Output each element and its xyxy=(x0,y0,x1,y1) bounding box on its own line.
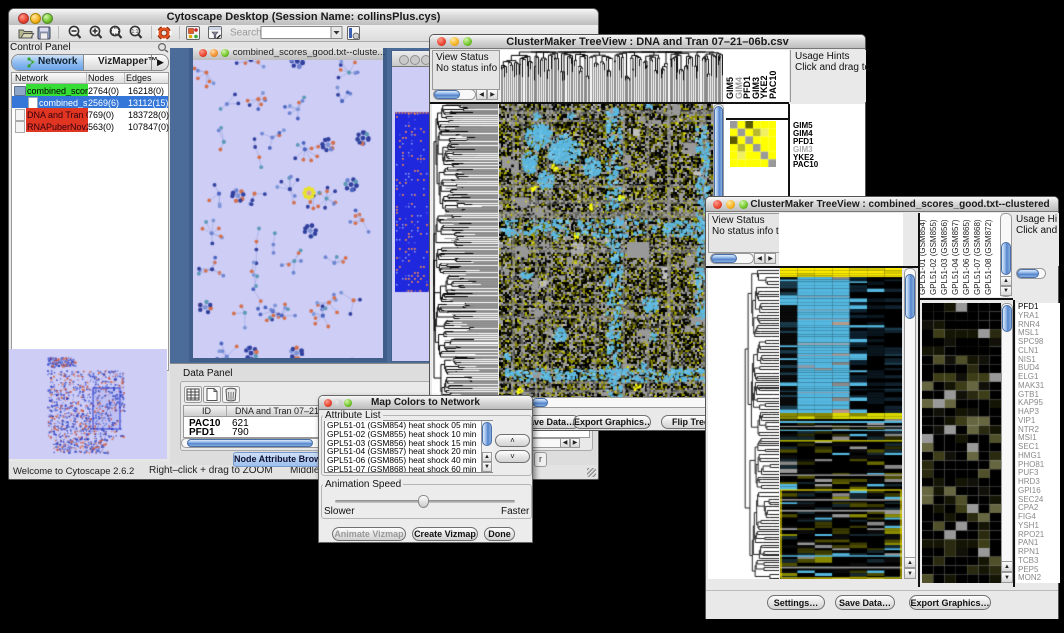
svg-text:Search:: Search: xyxy=(230,28,264,39)
svg-text:1:1: 1:1 xyxy=(132,29,139,35)
